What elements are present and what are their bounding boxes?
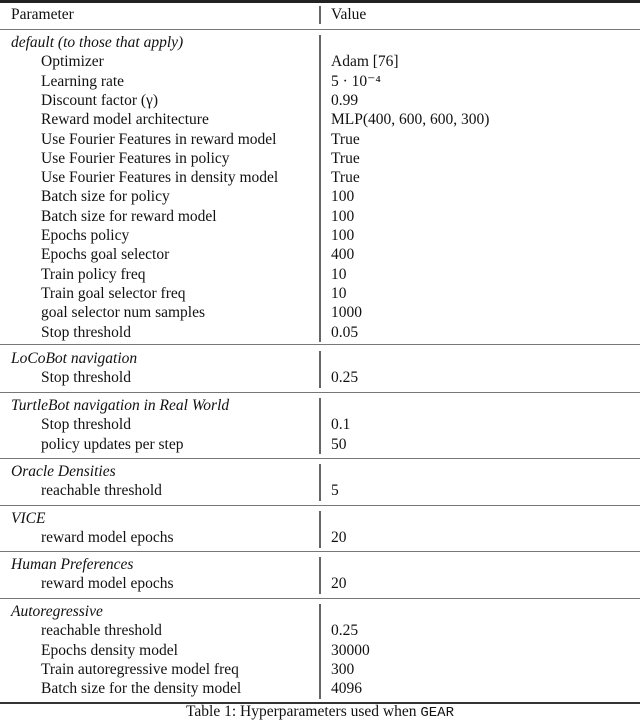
param-value: 10 xyxy=(331,284,347,302)
param-value: 20 xyxy=(331,575,347,593)
param-name: goal selector num samples xyxy=(41,304,205,322)
param-name: Optimizer xyxy=(41,53,104,71)
param-value: Adam [76] xyxy=(331,53,399,71)
param-value: True xyxy=(331,130,360,148)
param-value: 20 xyxy=(331,529,347,547)
param-value: 400 xyxy=(331,246,355,264)
section-rule xyxy=(0,458,640,459)
param-name: reward model epochs xyxy=(41,529,174,547)
header-value: Value xyxy=(331,6,367,23)
caption-text: Table 1: Hyperparameters used when xyxy=(186,703,421,720)
param-value: 0.1 xyxy=(331,416,351,434)
section-title: default (to those that apply) xyxy=(11,34,184,51)
param-name: Learning rate xyxy=(41,72,125,90)
param-value: 10 xyxy=(331,265,347,283)
param-value: 5 · 10⁻⁴ xyxy=(331,72,381,90)
param-name: Batch size for policy xyxy=(41,188,170,206)
section-rule xyxy=(0,344,640,345)
param-name: Epochs policy xyxy=(41,227,130,244)
param-name: Reward model architecture xyxy=(41,111,209,129)
table-top-rule xyxy=(0,0,640,3)
table-caption: Table 1: Hyperparameters used when GEAR xyxy=(0,702,640,723)
param-value: MLP(400, 600, 600, 300) xyxy=(331,111,490,129)
header-parameter: Parameter xyxy=(11,6,74,23)
column-divider xyxy=(319,351,321,388)
section-title: Human Preferences xyxy=(11,556,134,573)
param-value: 30000 xyxy=(331,641,370,659)
column-divider xyxy=(319,6,321,24)
param-name: Train autoregressive model freq xyxy=(41,660,239,678)
param-name: reachable threshold xyxy=(41,622,162,640)
param-name: reward model epochs xyxy=(41,575,174,593)
param-value: 0.05 xyxy=(331,323,359,341)
param-name: Train goal selector freq xyxy=(41,284,186,302)
section-rule xyxy=(0,392,640,393)
caption-method-name: GEAR xyxy=(420,705,454,721)
column-divider xyxy=(319,464,321,501)
param-name: Use Fourier Features in policy xyxy=(41,149,230,167)
param-name: Epochs density model xyxy=(41,641,178,659)
param-value: 1000 xyxy=(331,304,362,322)
section-title: Oracle Densities xyxy=(11,463,116,480)
param-value: 100 xyxy=(331,207,355,225)
section-title: LoCoBot navigation xyxy=(11,350,138,367)
param-name: Epochs goal selector xyxy=(41,246,170,264)
section-title: TurtleBot navigation in Real World xyxy=(11,397,230,414)
column-divider xyxy=(319,511,321,548)
section-rule xyxy=(0,551,640,552)
param-name: Train policy freq xyxy=(41,265,146,283)
section-title: VICE xyxy=(11,510,46,527)
section-rule xyxy=(0,598,640,599)
param-value: 300 xyxy=(331,660,355,678)
param-name: Batch size for the density model xyxy=(41,680,242,698)
param-value: True xyxy=(331,149,360,167)
param-value: True xyxy=(331,169,360,187)
param-name: Use Fourier Features in density model xyxy=(41,169,279,187)
param-value: 50 xyxy=(331,435,347,453)
column-divider xyxy=(319,398,321,454)
param-name: Discount factor (γ) xyxy=(41,91,159,109)
column-divider xyxy=(319,35,321,342)
header-rule xyxy=(0,29,640,30)
param-name: Batch size for reward model xyxy=(41,207,217,225)
param-value: 0.99 xyxy=(331,91,359,109)
section-rule xyxy=(0,505,640,506)
column-divider xyxy=(319,557,321,594)
param-value: 0.25 xyxy=(331,622,359,640)
param-name: Stop threshold xyxy=(41,416,131,434)
param-name: policy updates per step xyxy=(41,435,184,453)
param-value: 5 xyxy=(331,482,339,500)
param-name: Stop threshold xyxy=(41,369,131,387)
param-name: Stop threshold xyxy=(41,323,131,341)
param-name: reachable threshold xyxy=(41,482,162,500)
param-name: Use Fourier Features in reward model xyxy=(41,130,277,148)
param-value: 0.25 xyxy=(331,369,359,387)
section-title: Autoregressive xyxy=(11,603,103,620)
param-value: 100 xyxy=(331,227,355,244)
column-divider xyxy=(319,604,321,699)
param-value: 4096 xyxy=(331,680,362,698)
param-value: 100 xyxy=(331,188,355,206)
